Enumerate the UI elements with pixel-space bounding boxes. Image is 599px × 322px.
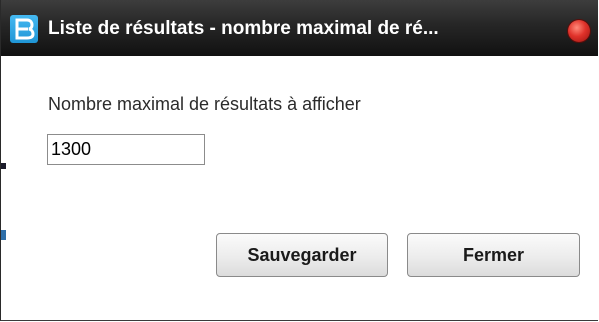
max-results-input[interactable]: [47, 134, 205, 165]
b-logo-icon: [10, 15, 38, 43]
red-circle-close-icon[interactable]: [568, 20, 590, 42]
title-bar[interactable]: Liste de résultats - nombre maximal de r…: [1, 0, 598, 56]
b-logo-glyph: [15, 18, 35, 40]
window-edge: [1, 56, 7, 320]
dialog-window: Liste de résultats - nombre maximal de r…: [0, 0, 598, 321]
save-button[interactable]: Sauvegarder: [216, 233, 388, 277]
edge-marker: [1, 163, 6, 169]
window-title: Liste de résultats - nombre maximal de r…: [48, 18, 439, 39]
max-results-label: Nombre maximal de résultats à afficher: [48, 94, 361, 114]
close-button[interactable]: Fermer: [407, 233, 580, 277]
edge-marker: [1, 230, 6, 240]
